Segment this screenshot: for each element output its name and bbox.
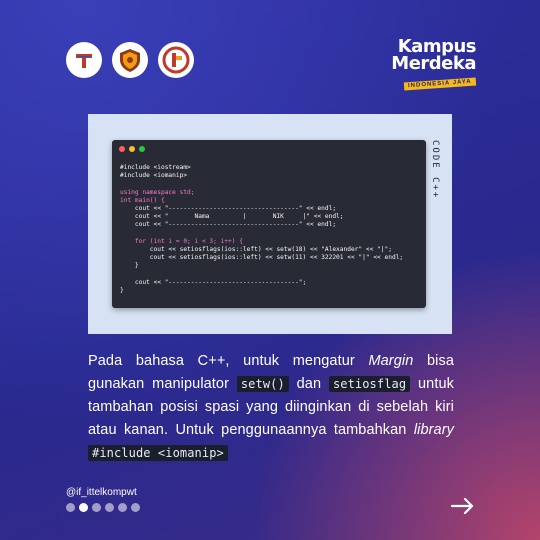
code-snippet-setw: setw() [236, 376, 289, 392]
desc-text: dan [288, 376, 329, 392]
code-line: #include <iostream> [120, 164, 191, 171]
shield-logo [112, 42, 148, 78]
minimize-dot-icon [129, 146, 135, 152]
code-line: for (int i = 0; i < 3; i++) { [120, 237, 243, 245]
page-indicator [66, 503, 140, 512]
maximize-dot-icon [139, 146, 145, 152]
partner-logos [66, 42, 194, 78]
next-arrow-icon[interactable] [450, 496, 476, 521]
brand-line-2: Merdeka [391, 53, 476, 74]
desc-text: Pada bahasa C++, untuk mengatur [88, 353, 369, 369]
code-line: } [120, 287, 124, 295]
page-dot-active[interactable] [79, 503, 88, 512]
code-line: cout << "-------------------------------… [120, 278, 307, 286]
code-line: cout << setiosflags(ios::left) << setw(1… [120, 246, 392, 254]
tut-wuri-handayani-logo [66, 42, 102, 78]
desc-emphasis-margin: Margin [368, 353, 414, 369]
description-text: Pada bahasa C++, untuk mengatur Margin b… [88, 350, 454, 465]
code-editor-window: #include <iostream> #include <iomanip> u… [112, 140, 426, 308]
window-controls [119, 146, 145, 152]
desc-emphasis-library: library [413, 422, 454, 438]
page-dot[interactable] [131, 503, 140, 512]
kampus-merdeka-logo: Kampus Merdeka INDONESIA JAYA [391, 38, 477, 91]
page-dot[interactable] [92, 503, 101, 512]
page-dot[interactable] [66, 503, 75, 512]
telkom-logo [158, 42, 194, 78]
page-dot[interactable] [105, 503, 114, 512]
code-snippet-setiosflag: setiosflag [328, 376, 411, 392]
code-line: cout << "-------------------------------… [120, 221, 337, 229]
brand-tagline: INDONESIA JAYA [404, 77, 477, 91]
code-line: cout << "-------------------------------… [120, 205, 337, 213]
code-line: using namespace std; [120, 188, 195, 196]
code-line: cout << " Nama | NIK |" << endl; [120, 213, 344, 221]
close-dot-icon [119, 146, 125, 152]
page-dot[interactable] [118, 503, 127, 512]
code-snippet-include: #include <iomanip> [88, 445, 228, 461]
code-line: int main() { [120, 196, 165, 204]
code-line: } [120, 262, 139, 270]
code-line: #include <iomanip> [120, 172, 188, 180]
code-line: cout << setiosflags(ios::left) << setw(1… [120, 254, 404, 262]
code-block: #include <iostream> #include <iomanip> u… [120, 164, 403, 295]
social-handle: @if_ittelkompwt [66, 487, 137, 498]
code-language-label: CODE C++ [430, 140, 440, 200]
